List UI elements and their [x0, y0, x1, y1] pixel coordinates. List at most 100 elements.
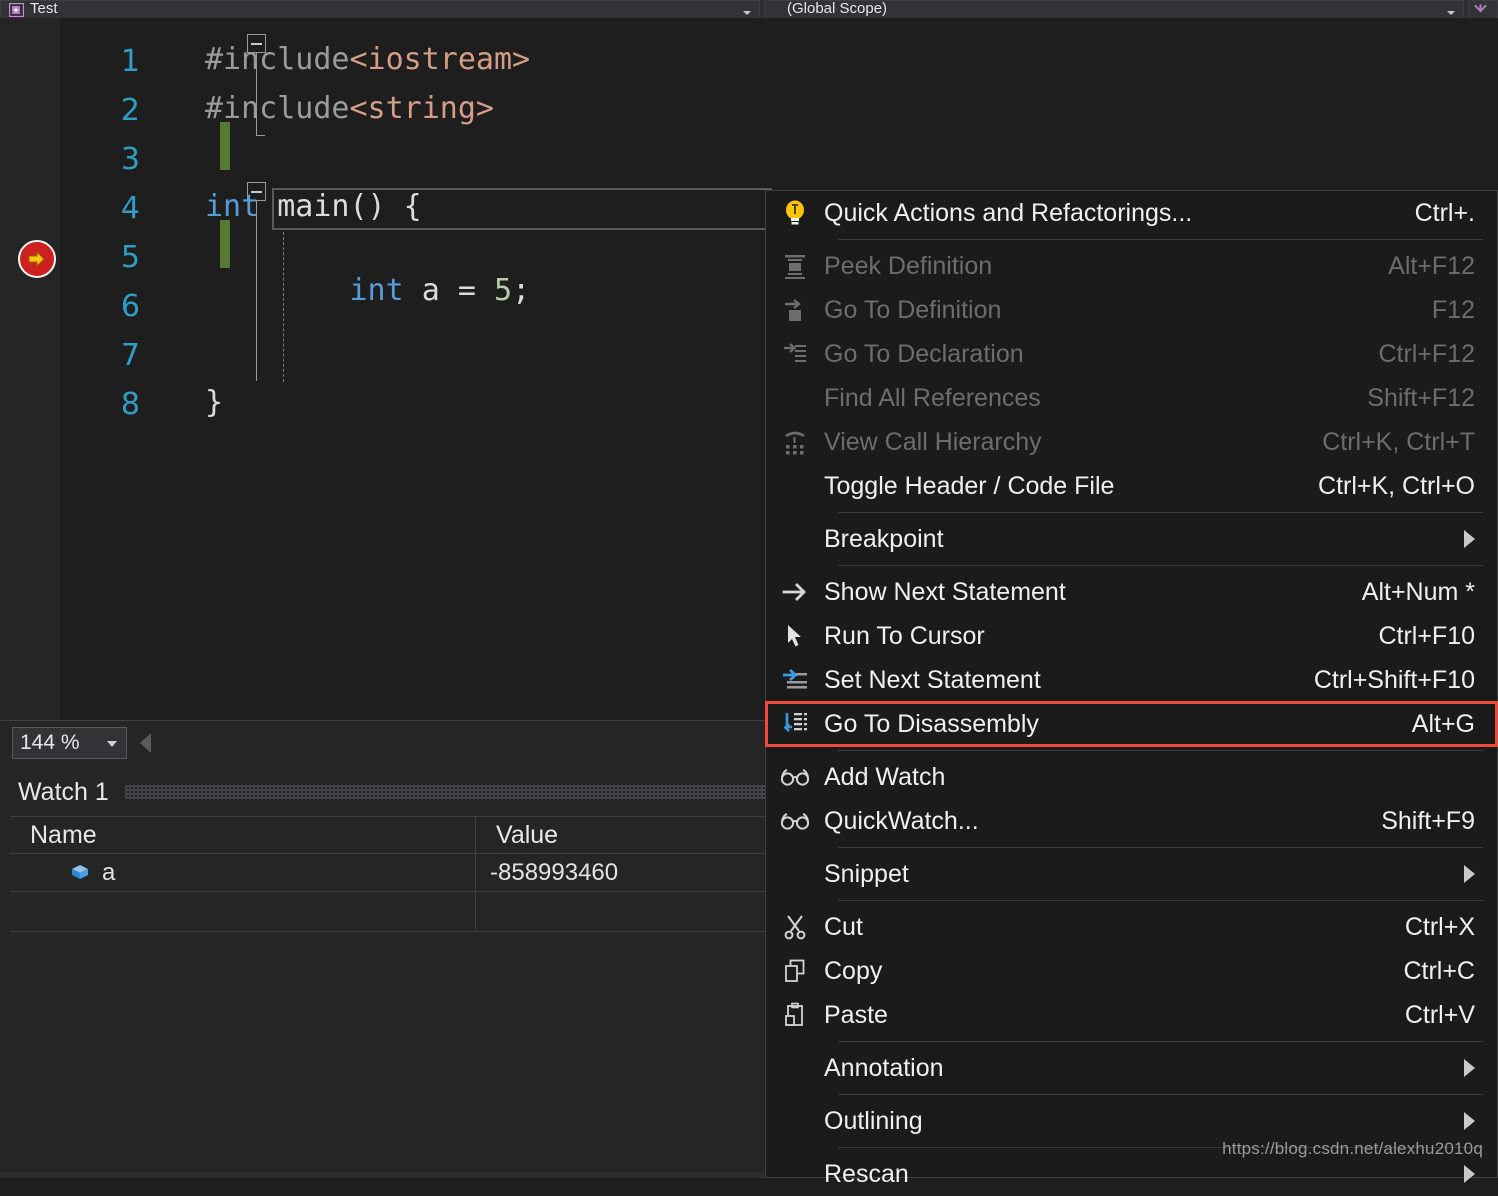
- file-tab-dropdown[interactable]: Test: [0, 0, 760, 18]
- chevron-right-icon[interactable]: [1464, 865, 1475, 883]
- go-to-definition-icon: [766, 296, 824, 324]
- menu-item-find-all-references: Find All References Shift+F12: [766, 376, 1497, 420]
- watch-variable-value: -858993460: [490, 858, 619, 886]
- menu-item-label: Run To Cursor: [824, 621, 985, 650]
- menu-item-shortcut: Ctrl+X: [1404, 912, 1475, 941]
- menu-separator: [838, 1094, 1483, 1095]
- menu-item-label: Go To Disassembly: [824, 709, 1039, 738]
- menu-item-shortcut: Ctrl+.: [1414, 198, 1475, 227]
- line-number: 2: [120, 93, 140, 128]
- menu-item-label: Show Next Statement: [824, 577, 1066, 606]
- chevron-down-icon[interactable]: [1447, 11, 1455, 15]
- menu-item-shortcut: Ctrl+V: [1404, 1000, 1475, 1029]
- scope-dropdown[interactable]: (Global Scope): [764, 0, 1464, 18]
- editor-expand-button[interactable]: [1468, 0, 1498, 18]
- code-text: }: [205, 385, 224, 420]
- menu-item-peek-definition: Peek Definition Alt+F12: [766, 244, 1497, 288]
- menu-item-outlining[interactable]: Outlining: [766, 1099, 1497, 1143]
- menu-item-paste[interactable]: Paste Ctrl+V: [766, 993, 1497, 1037]
- menu-item-set-next-statement[interactable]: Set Next Statement Ctrl+Shift+F10: [766, 658, 1497, 702]
- menu-item-label: Snippet: [824, 859, 909, 888]
- menu-item-go-to-disassembly[interactable]: Go To Disassembly Alt+G: [765, 701, 1498, 747]
- menu-item-label: Annotation: [824, 1053, 944, 1082]
- menu-item-cut[interactable]: Cut Ctrl+X: [766, 905, 1497, 949]
- go-to-declaration-icon: [766, 340, 824, 368]
- menu-separator: [838, 750, 1483, 751]
- menu-item-label: Set Next Statement: [824, 665, 1041, 694]
- menu-item-run-to-cursor[interactable]: Run To Cursor Ctrl+F10: [766, 614, 1497, 658]
- menu-item-show-next-statement[interactable]: Show Next Statement Alt+Num *: [766, 570, 1497, 614]
- preprocessor-directive: #include: [205, 42, 350, 77]
- menu-item-shortcut: Alt+G: [1411, 709, 1475, 738]
- menu-item-shortcut: Alt+Num *: [1361, 577, 1475, 606]
- menu-item-label: View Call Hierarchy: [824, 427, 1042, 456]
- menu-item-shortcut: Ctrl+F12: [1378, 339, 1475, 368]
- menu-item-quick-actions-and-refactorings[interactable]: Quick Actions and Refactorings... Ctrl+.: [766, 191, 1497, 235]
- menu-item-label: Copy: [824, 956, 883, 985]
- line-number: 4: [120, 191, 140, 226]
- code-text: a =: [403, 273, 494, 308]
- line-number: 1: [120, 44, 140, 79]
- code-text: main() {: [259, 189, 422, 224]
- menu-item-shortcut: Alt+F12: [1388, 251, 1475, 280]
- glasses-icon: [766, 811, 824, 831]
- menu-item-label: QuickWatch...: [824, 806, 979, 835]
- line-number: 7: [120, 338, 140, 373]
- menu-item-quickwatch[interactable]: QuickWatch... Shift+F9: [766, 799, 1497, 843]
- menu-item-copy[interactable]: Copy Ctrl+C: [766, 949, 1497, 993]
- menu-separator: [838, 847, 1483, 848]
- menu-item-toggle-header-code-file[interactable]: Toggle Header / Code File Ctrl+K, Ctrl+O: [766, 464, 1497, 508]
- lightbulb-icon: [766, 199, 824, 227]
- preprocessor-directive: #include: [205, 91, 350, 126]
- menu-item-shortcut: F12: [1431, 295, 1475, 324]
- chevron-right-icon[interactable]: [1464, 1059, 1475, 1077]
- cursor-pointer-icon: [766, 623, 824, 649]
- chevron-right-icon[interactable]: [1464, 1112, 1475, 1130]
- code-line-5: int a = 5;: [205, 238, 531, 343]
- menu-separator: [838, 565, 1483, 566]
- chevron-right-icon[interactable]: [1464, 530, 1475, 548]
- set-next-statement-icon: [766, 667, 824, 693]
- chevron-down-icon[interactable]: [107, 741, 117, 747]
- watch-row-name-cell[interactable]: a: [10, 854, 476, 891]
- zoom-level-dropdown[interactable]: 144 %: [12, 727, 127, 759]
- chevron-right-icon[interactable]: [1464, 1165, 1475, 1183]
- menu-item-annotation[interactable]: Annotation: [766, 1046, 1497, 1090]
- menu-item-shortcut: Ctrl+K, Ctrl+T: [1322, 427, 1475, 456]
- menu-item-label: Breakpoint: [824, 524, 944, 553]
- line-number: 5: [120, 240, 140, 275]
- menu-separator: [838, 1041, 1483, 1042]
- glasses-icon: [766, 767, 824, 787]
- horizontal-splitter-handle[interactable]: [140, 733, 151, 753]
- code-text: ;: [512, 273, 531, 308]
- keyword: int: [349, 273, 404, 308]
- menu-item-view-call-hierarchy: View Call Hierarchy Ctrl+K, Ctrl+T: [766, 420, 1497, 464]
- menu-item-go-to-definition: Go To Definition F12: [766, 288, 1497, 332]
- menu-item-add-watch[interactable]: Add Watch: [766, 755, 1497, 799]
- file-tab-label: Test: [30, 0, 58, 17]
- chevron-down-icon[interactable]: [743, 11, 751, 15]
- menu-item-snippet[interactable]: Snippet: [766, 852, 1497, 896]
- code-line-8: }: [205, 385, 223, 420]
- menu-separator: [838, 239, 1483, 240]
- call-hierarchy-icon: [766, 428, 824, 456]
- menu-item-label: Quick Actions and Refactorings...: [824, 198, 1193, 227]
- variable-cube-icon: [70, 864, 90, 882]
- menu-item-label: Paste: [824, 1000, 888, 1029]
- arrow-right-icon: [766, 580, 824, 604]
- menu-item-label: Go To Declaration: [824, 339, 1024, 368]
- watch-window-title: Watch 1: [18, 777, 109, 806]
- expand-icon: [1473, 3, 1488, 17]
- line-number: 8: [120, 387, 140, 422]
- editor-context-menu[interactable]: Quick Actions and Refactorings... Ctrl+. P…: [765, 190, 1498, 1188]
- watch-row-name-cell[interactable]: [10, 892, 476, 931]
- menu-item-breakpoint[interactable]: Breakpoint: [766, 517, 1497, 561]
- menu-item-label: Peek Definition: [824, 251, 993, 280]
- outline-guide: [256, 135, 265, 136]
- zoom-level-value: 144 %: [20, 731, 80, 754]
- menu-item-shortcut: Ctrl+F10: [1378, 621, 1475, 650]
- scissors-icon: [766, 914, 824, 940]
- column-header-name[interactable]: Name: [10, 817, 476, 853]
- watermark: https://blog.csdn.net/alexhu2010q: [1222, 1139, 1483, 1158]
